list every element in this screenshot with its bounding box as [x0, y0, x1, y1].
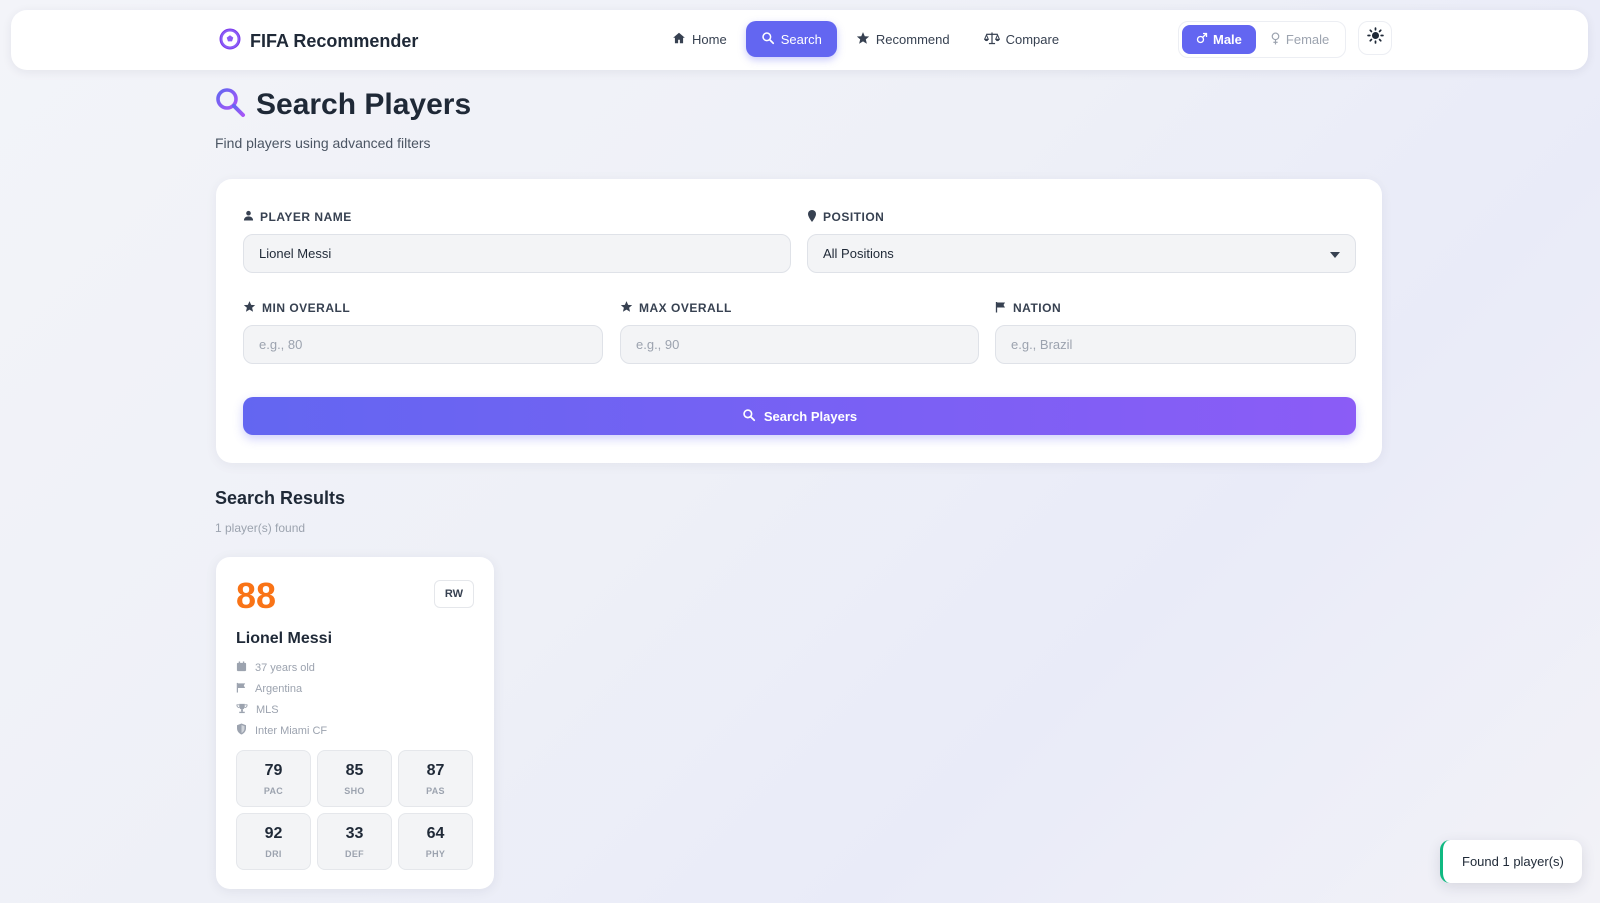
stat-sho: 85 SHO: [317, 750, 392, 807]
navbar: FIFA Recommender Home Search Recommend C…: [11, 10, 1588, 70]
nation-input[interactable]: e.g., Brazil: [995, 325, 1356, 364]
toast-notification[interactable]: Found 1 player(s): [1440, 840, 1582, 883]
results-count: 1 player(s) found: [215, 521, 306, 535]
female-label: Female: [1285, 32, 1330, 47]
star-icon: [856, 31, 870, 48]
flag-icon: [995, 301, 1007, 316]
page-header: Search Players: [214, 86, 471, 123]
player-age-row: 37 years old: [236, 657, 327, 678]
stat-dri: 92 DRI: [236, 813, 311, 870]
toast-message: Found 1 player(s): [1462, 854, 1564, 869]
star-icon: [620, 300, 633, 316]
player-card[interactable]: 88 RW Lionel Messi 37 years old Argentin…: [216, 557, 494, 889]
nav-search-label: Search: [780, 31, 822, 47]
max-overall-field: MAX OVERALL e.g., 90: [620, 300, 979, 364]
nav-home[interactable]: Home: [657, 21, 742, 57]
min-overall-label: MIN OVERALL: [243, 300, 603, 316]
gender-toggle: Male Female: [1178, 21, 1346, 58]
page-title: Search Players: [256, 87, 472, 121]
filter-card: PLAYER NAME Lionel Messi POSITION All Po…: [216, 179, 1382, 463]
search-icon: [742, 408, 756, 425]
brand-name: FIFA Recommender: [250, 31, 419, 51]
position-select[interactable]: All Positions: [807, 234, 1356, 273]
results-title: Search Results: [215, 488, 346, 508]
player-name-label: PLAYER NAME: [243, 209, 791, 225]
search-players-button[interactable]: Search Players: [243, 397, 1356, 435]
search-icon: [214, 86, 246, 123]
max-overall-input[interactable]: e.g., 90: [620, 325, 979, 364]
player-club: Inter Miami CF: [255, 724, 328, 737]
nav-recommend[interactable]: Recommend: [841, 21, 965, 57]
player-league-row: MLS: [236, 699, 327, 720]
player-age: 37 years old: [255, 661, 315, 674]
position-field: POSITION All Positions: [807, 209, 1356, 273]
scale-icon: [983, 31, 1000, 48]
female-icon: [1270, 31, 1281, 48]
flag-icon: [236, 682, 247, 696]
stat-pas: 87 PAS: [398, 750, 473, 807]
nav-compare[interactable]: Compare: [969, 21, 1074, 57]
max-overall-label: MAX OVERALL: [620, 300, 979, 316]
player-nation: Argentina: [255, 682, 303, 695]
search-icon: [761, 31, 775, 48]
player-nation-row: Argentina: [236, 678, 327, 699]
page-subtitle: Find players using advanced filters: [215, 135, 431, 151]
stat-pac: 79 PAC: [236, 750, 311, 807]
player-name-input[interactable]: Lionel Messi: [243, 234, 791, 273]
overall-rating: 88: [236, 575, 277, 616]
nation-label: NATION: [995, 300, 1356, 316]
player-stats-grid: 79 PAC 85 SHO 87 PAS 92 DRI 33 DEF 64 PH…: [236, 750, 473, 870]
nation-field: NATION e.g., Brazil: [995, 300, 1356, 364]
male-icon: [1196, 32, 1208, 47]
trophy-icon: [236, 703, 248, 717]
brand[interactable]: FIFA Recommender: [218, 27, 418, 56]
map-pin-icon: [807, 209, 817, 225]
search-players-button-label: Search Players: [763, 408, 858, 424]
player-league: MLS: [256, 703, 279, 716]
player-meta: 37 years old Argentina MLS Inter Miami C…: [236, 657, 327, 741]
player-club-row: Inter Miami CF: [236, 720, 327, 741]
star-icon: [243, 300, 256, 316]
min-overall-input[interactable]: e.g., 80: [243, 325, 603, 364]
user-icon: [243, 210, 254, 224]
player-name: Lionel Messi: [236, 630, 333, 647]
min-overall-field: MIN OVERALL e.g., 80: [243, 300, 603, 364]
player-name-field: PLAYER NAME Lionel Messi: [243, 209, 791, 273]
position-badge: RW: [434, 580, 474, 608]
theme-toggle-button[interactable]: [1358, 21, 1392, 55]
caret-down-icon: [1330, 246, 1340, 261]
nav-compare-label: Compare: [1005, 31, 1060, 47]
male-toggle-button[interactable]: Male: [1182, 25, 1256, 54]
nav-search[interactable]: Search: [745, 21, 837, 57]
nav-home-label: Home: [692, 31, 727, 47]
stat-phy: 64 PHY: [398, 813, 473, 870]
female-toggle-button[interactable]: Female: [1256, 25, 1343, 54]
stat-def: 33 DEF: [317, 813, 392, 870]
soccer-ball-icon: [218, 27, 242, 56]
position-label: POSITION: [807, 209, 1356, 225]
page: FIFA Recommender Home Search Recommend C…: [0, 0, 1600, 903]
male-label: Male: [1213, 32, 1242, 47]
sun-icon: [1366, 27, 1384, 49]
shield-icon: [236, 723, 247, 738]
nav-recommend-label: Recommend: [875, 31, 950, 47]
home-icon: [672, 31, 686, 48]
calendar-icon: [236, 660, 247, 675]
main-nav: Home Search Recommend Compare: [657, 21, 1074, 57]
